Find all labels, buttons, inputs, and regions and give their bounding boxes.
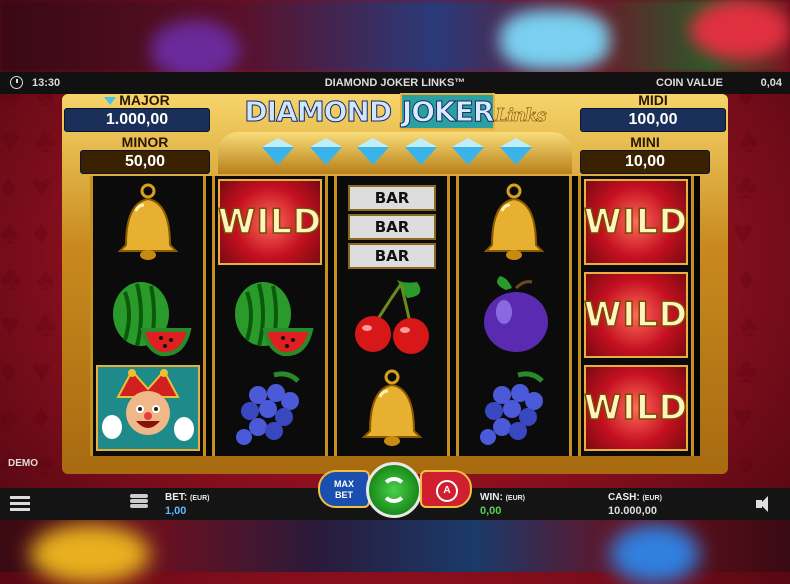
watermelon-icon bbox=[113, 281, 192, 356]
reel-3: BAR BAR BAR bbox=[334, 176, 450, 456]
bet-value: 1,00 bbox=[165, 505, 187, 517]
cash-field: CASH: (EUR) 10.000,00 bbox=[608, 492, 662, 517]
grapes-icon bbox=[480, 370, 544, 445]
bar-symbol: BAR bbox=[348, 213, 436, 240]
jackpot-mini: MINI 10,00 bbox=[580, 134, 710, 174]
jackpot-midi-value: 100,00 bbox=[580, 108, 726, 132]
jackpot-major-label: MAJOR bbox=[119, 92, 170, 108]
symbol-bell bbox=[337, 362, 447, 455]
chips-icon[interactable] bbox=[130, 494, 152, 514]
diamond-icon bbox=[309, 138, 342, 166]
jackpot-mini-label: MINI bbox=[630, 134, 660, 150]
plum-icon bbox=[484, 275, 548, 352]
background-top bbox=[0, 0, 790, 80]
symbol-bell bbox=[93, 176, 203, 269]
diamond-icon bbox=[262, 138, 294, 166]
diamond-icon bbox=[499, 138, 532, 166]
top-status-bar: 13:30 DIAMOND JOKER LINKS™ COIN VALUE 0,… bbox=[0, 72, 790, 94]
bet-currency: (EUR) bbox=[190, 495, 210, 502]
reel-2: WILD bbox=[212, 176, 328, 456]
jackpot-minor-value: 50,00 bbox=[80, 150, 210, 174]
watermelon-icon bbox=[235, 281, 314, 356]
bet-label: BET: bbox=[165, 492, 188, 503]
symbol-watermelon bbox=[93, 269, 203, 362]
menu-icon[interactable] bbox=[10, 496, 30, 512]
jackpot-mini-value: 10,00 bbox=[580, 150, 710, 174]
win-value: 0,00 bbox=[480, 505, 502, 517]
symbol-watermelon bbox=[215, 269, 325, 362]
bet-field[interactable]: BET: (EUR) 1,00 bbox=[165, 492, 209, 517]
reels-area: WILD BAR BAR BAR WILD WILD WILD bbox=[90, 176, 700, 456]
cash-value: 10.000,00 bbox=[608, 505, 657, 517]
symbol-wild: WILD bbox=[217, 179, 322, 265]
coin-value[interactable]: 0,04 bbox=[761, 77, 782, 89]
jackpot-major-value: 1.000,00 bbox=[64, 108, 210, 132]
diamond-icon bbox=[104, 97, 117, 106]
symbol-wild: WILD bbox=[583, 179, 688, 265]
cash-label: CASH: bbox=[608, 492, 640, 503]
max-bet-label-1: MAX bbox=[334, 479, 354, 489]
bell-icon bbox=[361, 369, 423, 446]
coin-value-label: COIN VALUE bbox=[656, 77, 724, 89]
game-logo: DIAMOND JOKER Links bbox=[244, 93, 547, 130]
diamond-row bbox=[262, 138, 532, 168]
jackpot-major: MAJOR 1.000,00 bbox=[64, 92, 210, 132]
bar-symbol: BAR bbox=[348, 184, 436, 211]
diamond-icon bbox=[452, 138, 485, 166]
spin-arrows-icon bbox=[381, 477, 407, 503]
symbol-wild: WILD bbox=[583, 365, 688, 451]
spin-button[interactable] bbox=[366, 462, 422, 518]
reel-4 bbox=[456, 176, 572, 456]
win-currency: (EUR) bbox=[505, 495, 526, 502]
grapes-icon bbox=[236, 370, 300, 445]
symbol-cherries bbox=[337, 269, 447, 362]
joker-icon bbox=[98, 367, 198, 449]
jackpot-minor-label: MINOR bbox=[121, 134, 169, 150]
max-bet-label-2: BET bbox=[335, 490, 353, 500]
jackpot-midi: MIDI 100,00 bbox=[580, 92, 726, 132]
bar-symbol: BAR bbox=[348, 242, 436, 269]
autoplay-button[interactable]: A bbox=[420, 470, 472, 508]
win-field: WIN: (EUR) 0,00 bbox=[480, 492, 525, 517]
jackpot-minor: MINOR 50,00 bbox=[80, 134, 210, 174]
reel-5: WILD WILD WILD bbox=[578, 176, 694, 456]
win-label: WIN: bbox=[480, 492, 503, 503]
demo-label: DEMO bbox=[8, 458, 38, 469]
bell-icon bbox=[117, 183, 179, 260]
symbol-grapes bbox=[215, 362, 325, 455]
symbol-triple-bar: BAR BAR BAR bbox=[337, 180, 447, 273]
cherries-icon bbox=[355, 279, 429, 354]
symbol-wild: WILD bbox=[583, 272, 688, 358]
speaker-icon[interactable] bbox=[756, 496, 778, 512]
symbol-plum bbox=[459, 269, 569, 362]
symbol-bell bbox=[459, 176, 569, 269]
diamond-icon bbox=[357, 138, 390, 166]
symbol-joker bbox=[96, 365, 200, 451]
reel-1 bbox=[90, 176, 206, 456]
background-bottom bbox=[0, 520, 790, 584]
autoplay-icon: A bbox=[436, 480, 458, 502]
bell-icon bbox=[483, 183, 545, 260]
symbol-grapes bbox=[459, 362, 569, 455]
diamond-icon bbox=[404, 138, 437, 166]
max-bet-button[interactable]: MAX BET bbox=[318, 470, 370, 508]
cash-currency: (EUR) bbox=[642, 495, 662, 502]
jackpot-midi-label: MIDI bbox=[638, 92, 668, 108]
